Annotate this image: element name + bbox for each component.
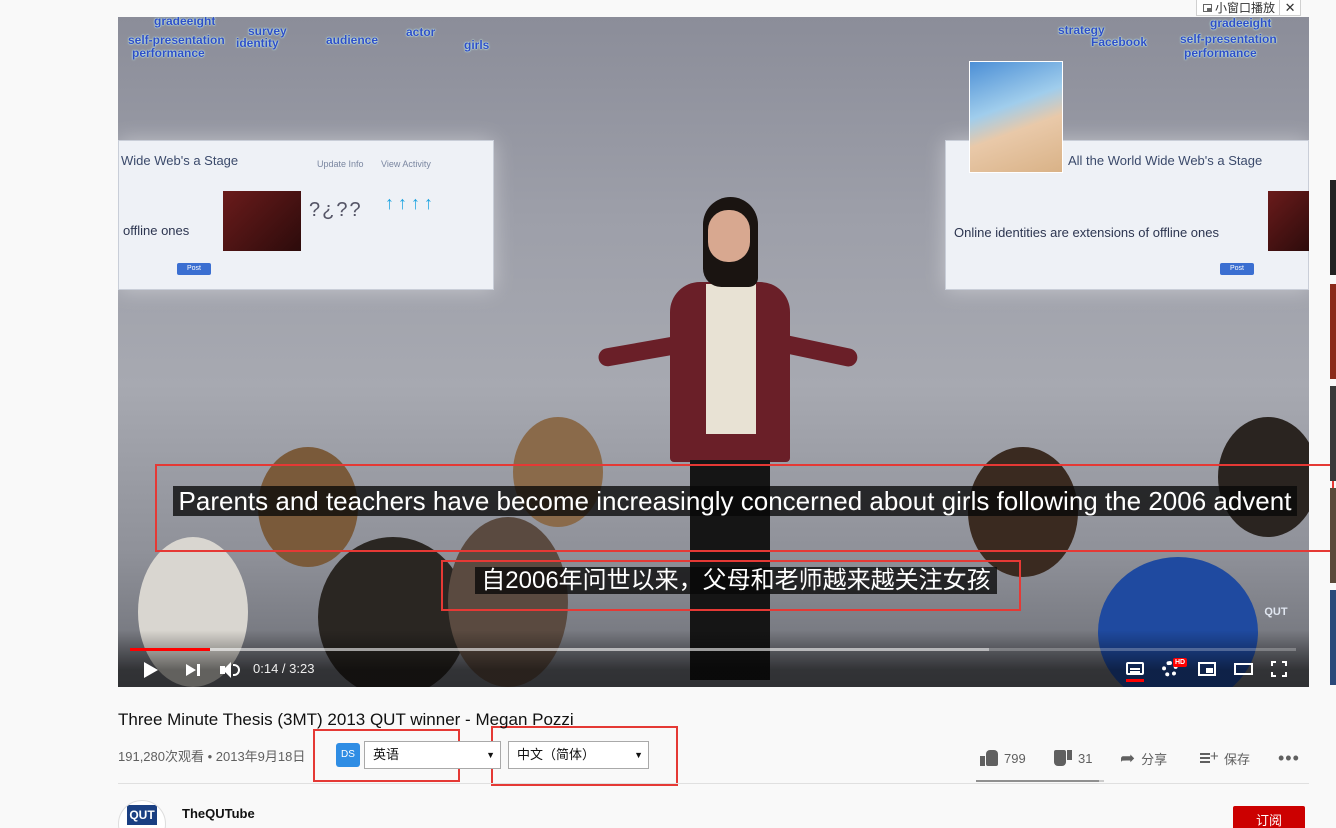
play-icon[interactable]	[144, 662, 158, 678]
sidebar-thumbnail[interactable]	[1330, 590, 1336, 685]
speaker	[597, 192, 859, 682]
source-language-value: 英语	[373, 747, 400, 762]
screen-arrows: ↑↑↑↑	[385, 193, 437, 213]
screen-title: Wide Web's a Stage	[121, 153, 239, 168]
save-label: 保存	[1224, 751, 1251, 767]
screen-subtitle: offline ones	[123, 223, 190, 238]
wall-word: self-presentation	[1180, 32, 1277, 46]
divider	[118, 783, 1309, 784]
channel-name[interactable]: TheQUTube	[182, 806, 255, 821]
wall-word: Facebook	[1091, 35, 1148, 49]
target-language-select[interactable]: 中文（简体） ▼	[508, 741, 649, 769]
miniplayer-toolbar: 小窗口播放 ✕	[1196, 0, 1302, 16]
chevron-down-icon: ▼	[486, 750, 495, 760]
screen-post-button: Post	[177, 263, 211, 275]
video-title: Three Minute Thesis (3MT) 2013 QUT winne…	[118, 710, 574, 729]
next-icon[interactable]	[186, 662, 202, 678]
share-icon: ➦	[1120, 748, 1136, 768]
projection-screen-left: Wide Web's a Stage Update Info View Acti…	[118, 140, 494, 290]
thumbs-down-icon	[1054, 750, 1072, 766]
close-icon[interactable]: ✕	[1280, 0, 1300, 16]
sentiment-like-fill	[976, 780, 1100, 782]
profile-photo	[969, 61, 1063, 173]
subtitle-chinese-text: 自2006年问世以来，父母和老师越来越关注女孩	[475, 567, 997, 594]
like-button[interactable]: 799	[980, 746, 1026, 770]
qut-watermark: QUT	[1264, 606, 1288, 618]
screen-view-activity: View Activity	[381, 159, 431, 169]
player-controls: 0:14 / 3:23 HD	[118, 630, 1309, 687]
sidebar-thumbnail[interactable]	[1330, 488, 1336, 583]
pip-icon	[1203, 3, 1212, 12]
wall-word: performance	[132, 46, 205, 60]
fullscreen-icon[interactable]	[1271, 661, 1287, 677]
screen-question-people: ?¿??	[309, 199, 363, 221]
progress-bar[interactable]	[130, 648, 1296, 651]
page: 小窗口播放 ✕ gradeeight self-presentation per…	[0, 0, 1336, 828]
subtitles-active-indicator	[1126, 679, 1144, 682]
subtitles-icon[interactable]	[1126, 662, 1144, 675]
wall-word: audience	[326, 33, 379, 47]
dual-subtitle-plugin-icon[interactable]: DS	[336, 743, 360, 767]
wall-word: actor	[406, 25, 436, 39]
subtitle-english-text: Parents and teachers have become increas…	[172, 486, 1298, 516]
sentiment-bar	[976, 780, 1104, 782]
screen-thumbnail	[223, 191, 301, 251]
screen-subtitle: Online identities are extensions of offl…	[954, 225, 1219, 240]
subtitle-english: Parents and teachers have become increas…	[162, 484, 1308, 518]
sidebar-thumbnail[interactable]	[1330, 386, 1336, 481]
channel-avatar-logo: QUT	[127, 805, 157, 825]
subscribe-button[interactable]: 订阅	[1233, 806, 1305, 828]
miniplayer-icon[interactable]	[1198, 662, 1216, 676]
hd-badge: HD	[1173, 658, 1188, 667]
subtitle-chinese: 自2006年问世以来，父母和老师越来越关注女孩	[118, 564, 1336, 598]
screen-update-info: Update Info	[317, 159, 364, 169]
miniplayer-button[interactable]: 小窗口播放	[1197, 0, 1281, 16]
wall-word: identity	[236, 36, 279, 50]
progress-played	[130, 648, 211, 651]
screen-thumbnail	[1268, 191, 1309, 251]
playlist-add-icon	[1200, 748, 1219, 765]
sidebar-thumbnail[interactable]	[1330, 284, 1336, 379]
dislike-count: 31	[1078, 750, 1093, 766]
chevron-down-icon: ▼	[634, 750, 643, 760]
source-language-select[interactable]: 英语 ▼	[364, 741, 501, 769]
share-label: 分享	[1141, 751, 1168, 767]
screen-post-button: Post	[1220, 263, 1254, 275]
miniplayer-label: 小窗口播放	[1215, 1, 1276, 15]
wall-word: self-presentation	[128, 33, 225, 47]
wall-word: gradeeight	[1210, 17, 1272, 30]
theater-icon[interactable]	[1234, 663, 1253, 675]
wall-word: performance	[1184, 46, 1257, 60]
sidebar-thumbnail[interactable]	[1330, 180, 1336, 275]
channel-avatar[interactable]: QUT	[118, 800, 166, 828]
view-count-date: 191,280次观看 • 2013年9月18日	[118, 749, 306, 764]
save-button[interactable]: 保存	[1200, 746, 1250, 770]
more-actions-button[interactable]: •••	[1278, 746, 1300, 770]
thumbs-up-icon	[980, 750, 998, 766]
time-display: 0:14 / 3:23	[253, 661, 315, 676]
target-language-value: 中文（简体）	[517, 747, 596, 762]
audience-head	[1218, 417, 1309, 537]
more-icon: •••	[1278, 747, 1300, 768]
progress-buffered	[130, 648, 990, 651]
screen-title: All the World Wide Web's a Stage	[1068, 153, 1263, 168]
dislike-button[interactable]: 31	[1054, 746, 1092, 770]
volume-icon[interactable]	[220, 661, 240, 679]
share-button[interactable]: ➦ 分享	[1120, 746, 1167, 770]
wall-word: girls	[464, 38, 490, 52]
wall-word: gradeeight	[154, 17, 216, 28]
like-count: 799	[1004, 750, 1026, 766]
